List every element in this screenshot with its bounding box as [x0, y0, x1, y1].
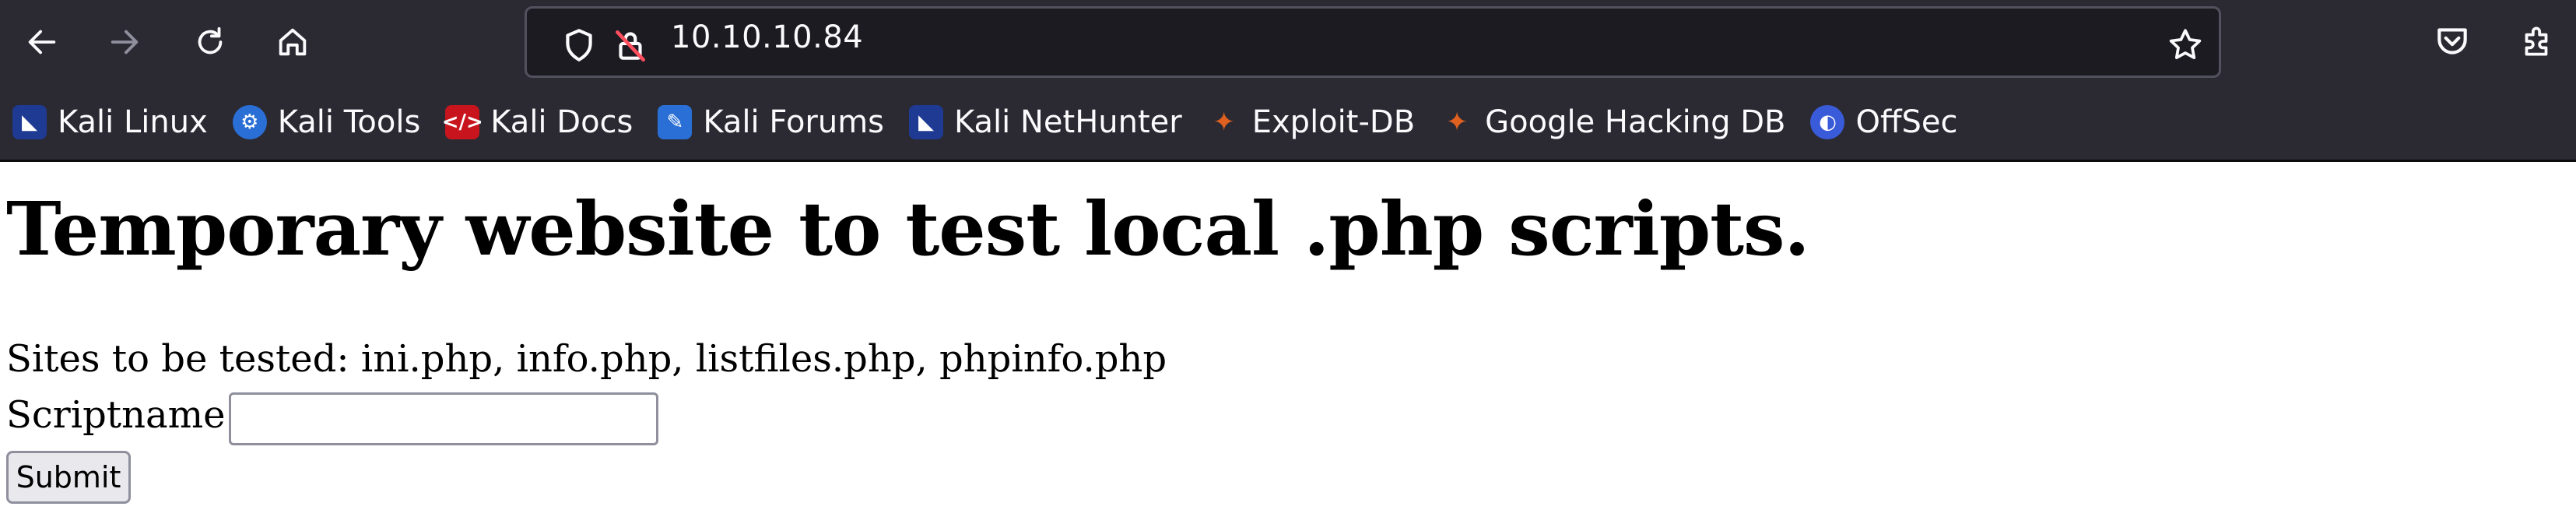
bookmarks-bar: ◣ Kali Linux ⚙ Kali Tools </> Kali Docs … — [0, 84, 2576, 162]
page-content: Temporary website to test local .php scr… — [0, 164, 2576, 524]
bookmark-offsec[interactable]: ◐ OffSec — [1810, 104, 1958, 140]
bookmark-label: Google Hacking DB — [1485, 104, 1786, 140]
kali-docs-icon: </> — [442, 104, 483, 139]
bookmark-label: Kali Linux — [58, 104, 208, 140]
reload-icon — [198, 26, 223, 55]
bookmark-label: Kali Forums — [703, 104, 885, 140]
bookmark-kali-docs[interactable]: </> Kali Docs — [442, 104, 633, 140]
reload-button[interactable] — [185, 17, 235, 67]
forward-arrow-icon — [111, 30, 139, 55]
forward-button[interactable] — [100, 17, 149, 67]
browser-toolbar: 10.10.10.84 — [0, 0, 2576, 84]
offsec-icon: ◐ — [1810, 104, 1845, 139]
ghdb-icon: ✦ — [1445, 106, 1469, 138]
url-bar[interactable]: 10.10.10.84 — [525, 6, 2221, 78]
back-arrow-icon — [28, 30, 56, 55]
bookmark-label: Kali NetHunter — [954, 104, 1182, 140]
home-button[interactable] — [268, 17, 318, 67]
scriptname-label: Scriptname: — [6, 393, 238, 437]
insecure-lock-icon[interactable] — [611, 26, 650, 65]
bookmark-google-hacking-db[interactable]: ✦ Google Hacking DB — [1440, 104, 1786, 140]
bookmark-star-icon[interactable] — [2166, 26, 2205, 65]
shield-icon[interactable] — [560, 26, 598, 65]
extensions-icon[interactable] — [2517, 22, 2556, 61]
bookmark-label: OffSec — [1855, 104, 1958, 140]
bookmark-kali-nethunter[interactable]: ◣ Kali NetHunter — [909, 104, 1182, 140]
submit-button[interactable]: Submit — [6, 451, 131, 504]
bookmark-label: Kali Docs — [490, 104, 633, 140]
kali-forums-icon: ✎ — [658, 104, 693, 139]
kali-tools-icon: ⚙ — [232, 104, 267, 139]
sites-list-text: Sites to be tested: ini.php, info.php, l… — [6, 337, 1167, 381]
bookmark-exploit-db[interactable]: ✦ Exploit-DB — [1207, 104, 1415, 140]
pocket-icon[interactable] — [2433, 22, 2472, 61]
bookmark-label: Exploit-DB — [1251, 104, 1416, 140]
page-title: Temporary website to test local .php scr… — [6, 186, 1810, 273]
home-icon — [279, 28, 307, 56]
bookmark-label: Kali Tools — [277, 104, 421, 140]
bookmark-kali-linux[interactable]: ◣ Kali Linux — [12, 104, 208, 140]
kali-nethunter-icon: ◣ — [909, 104, 944, 139]
kali-dragon-icon: ◣ — [12, 104, 47, 139]
bookmark-kali-forums[interactable]: ✎ Kali Forums — [658, 104, 884, 140]
back-button[interactable] — [17, 17, 67, 67]
exploit-db-icon: ✦ — [1213, 106, 1235, 138]
scriptname-input[interactable] — [229, 392, 658, 445]
bookmark-kali-tools[interactable]: ⚙ Kali Tools — [232, 104, 421, 140]
url-text[interactable]: 10.10.10.84 — [671, 19, 863, 55]
